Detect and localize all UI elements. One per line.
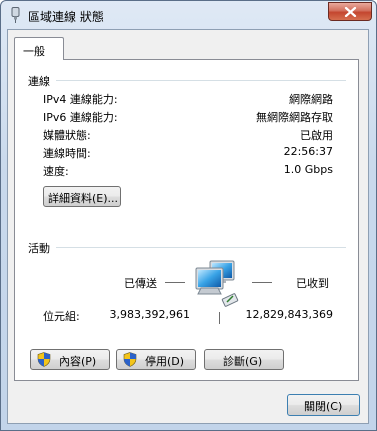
duration-value: 22:56:37	[283, 145, 333, 158]
close-button-label: 關閉(C)	[304, 400, 343, 413]
window-close-button[interactable]	[328, 2, 372, 21]
bytes-sent-value: 3,983,392,961	[109, 308, 190, 321]
close-button[interactable]: 關閉(C)	[287, 394, 360, 416]
speed-value: 1.0 Gbps	[283, 163, 333, 176]
bytes-label: 位元組:	[43, 310, 80, 323]
sent-label: 已傳送	[124, 277, 157, 290]
network-computers-icon	[195, 260, 239, 307]
uac-shield-icon	[123, 352, 137, 367]
received-dash	[252, 282, 272, 283]
window-title: 區域連線 狀態	[28, 10, 104, 24]
disable-button-label: 停用(D)	[145, 355, 185, 368]
details-button-label: 詳細資料(E)...	[48, 192, 119, 205]
duration-label: 連線時間:	[43, 147, 91, 160]
connection-group-title: 連線	[28, 75, 50, 88]
activity-group-title: 活動	[28, 242, 50, 255]
properties-button[interactable]: 內容(P)	[30, 349, 110, 370]
tab-panel	[14, 59, 359, 381]
media-state-label: 媒體狀態:	[43, 129, 91, 142]
network-adapter-icon	[11, 7, 20, 23]
ipv4-label: IPv4 連線能力:	[43, 93, 118, 106]
media-state-value: 已啟用	[300, 129, 333, 142]
details-button[interactable]: 詳細資料(E)...	[43, 186, 121, 207]
sent-dash	[165, 282, 185, 283]
tab-label: 一般	[23, 45, 45, 58]
ipv6-value: 無網際網路存取	[256, 111, 333, 124]
uac-shield-icon	[37, 352, 51, 367]
close-icon	[344, 7, 357, 17]
title-bar[interactable]: 區域連線 狀態	[1, 1, 376, 29]
tab-general[interactable]: 一般	[14, 37, 64, 60]
network-link-line	[219, 312, 220, 324]
speed-label: 速度:	[43, 165, 69, 178]
diagnose-button[interactable]: 診斷(G)	[204, 349, 284, 370]
diagnose-button-label: 診斷(G)	[223, 355, 263, 368]
activity-group-divider	[56, 247, 346, 248]
ipv4-value: 網際網路	[289, 93, 333, 106]
ipv6-label: IPv6 連線能力:	[43, 111, 118, 124]
received-label: 已收到	[296, 277, 329, 290]
disable-button[interactable]: 停用(D)	[116, 349, 196, 370]
properties-button-label: 內容(P)	[59, 355, 97, 368]
bytes-received-value: 12,829,843,369	[245, 308, 333, 321]
connection-group-divider	[56, 80, 346, 81]
